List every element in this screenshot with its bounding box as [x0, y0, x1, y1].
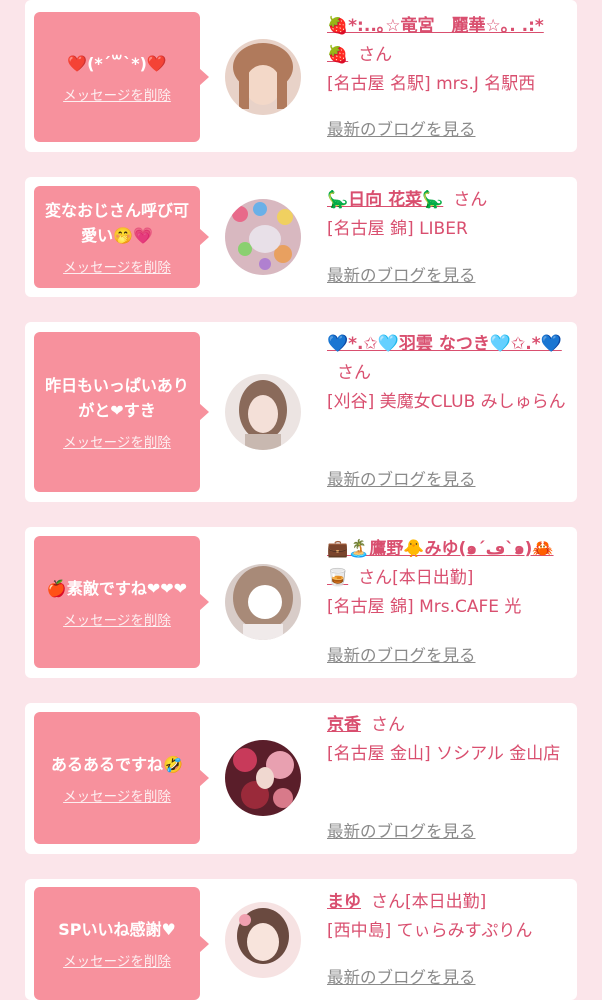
latest-blog-link[interactable]: 最新のブログを見る [327, 466, 476, 490]
message-bubble: 昨日もいっぱいありがと❤すき メッセージを削除 [34, 332, 209, 492]
work-status: [本日出勤] [405, 892, 487, 912]
honorific: さん [337, 363, 371, 383]
message-bubble: 🍎素敵ですね❤❤❤ メッセージを削除 [34, 536, 209, 668]
avatar[interactable] [225, 564, 301, 640]
work-status: [本日出勤] [392, 568, 474, 588]
message-card: 昨日もいっぱいありがと❤すき メッセージを削除 💙*.✩🩵羽雲 なつき🩵✩.*💙… [25, 322, 577, 502]
message-text: 昨日もいっぱいありがと❤すき [45, 376, 189, 420]
avatar[interactable] [225, 740, 301, 816]
message-bubble: 変なおじさん呼び可愛い🤭💗 メッセージを削除 [34, 186, 209, 288]
message-text: 🍎素敵ですね❤❤❤ [46, 578, 188, 598]
avatar-photo [225, 740, 301, 816]
honorific: さん [358, 568, 393, 588]
message-text: ❤️(*´꒳`*)❤️ [67, 53, 167, 73]
latest-blog-link[interactable]: 最新のブログを見る [327, 116, 476, 140]
sender-info: まゆ さん[本日出勤] [西中島] てぃらみすぷりん [327, 888, 569, 946]
sender-name-link[interactable]: 京香 [327, 715, 361, 735]
honorific: さん [453, 190, 488, 210]
avatar-photo [225, 374, 301, 450]
avatar[interactable] [225, 199, 301, 275]
avatar-photo [225, 39, 301, 115]
latest-blog-link[interactable]: 最新のブログを見る [327, 964, 476, 988]
latest-blog-link[interactable]: 最新のブログを見る [327, 818, 476, 842]
message-list: ❤️(*´꒳`*)❤️ メッセージを削除 🍓*:..｡☆竜宮 麗華☆｡. .:*… [0, 0, 602, 1000]
sender-info: 💙*.✩🩵羽雲 なつき🩵✩.*💙 さん [刈谷] 美魔女CLUB みしゅらん [327, 330, 569, 417]
message-text: SPいいね感謝♥ [58, 920, 176, 939]
message-bubble: ❤️(*´꒳`*)❤️ メッセージを削除 [34, 12, 209, 142]
avatar[interactable] [225, 374, 301, 450]
message-bubble: SPいいね感謝♥ メッセージを削除 [34, 887, 209, 1000]
avatar-photo [225, 902, 301, 978]
shop-info: [西中島] てぃらみすぷりん [327, 921, 533, 941]
latest-blog-link[interactable]: 最新のブログを見る [327, 642, 476, 666]
sender-name-link[interactable]: まゆ [327, 892, 361, 912]
delete-message-link[interactable]: メッセージを削除 [63, 84, 171, 104]
avatar[interactable] [225, 39, 301, 115]
message-text: あるあるですね🤣 [51, 754, 183, 774]
message-card: 🍎素敵ですね❤❤❤ メッセージを削除 💼🏝️鷹野🐥みゆ(๑´ڡ`๑)🦀🥃 さん[本… [25, 527, 577, 678]
delete-message-link[interactable]: メッセージを削除 [63, 431, 171, 451]
shop-info: [名古屋 名駅] mrs.J 名駅西 [327, 74, 536, 94]
shop-info: [名古屋 錦] LIBER [327, 219, 468, 239]
avatar[interactable] [225, 902, 301, 978]
shop-info: [刈谷] 美魔女CLUB みしゅらん [327, 392, 566, 412]
sender-info: 💼🏝️鷹野🐥みゆ(๑´ڡ`๑)🦀🥃 さん[本日出勤] [名古屋 錦] Mrs.CA… [327, 535, 569, 622]
shop-info: [名古屋 錦] Mrs.CAFE 光 [327, 597, 522, 617]
delete-message-link[interactable]: メッセージを削除 [63, 609, 171, 629]
sender-info: 🍓*:..｡☆竜宮 麗華☆｡. .:* 🍓 さん [名古屋 名駅] mrs.J 名… [327, 12, 569, 99]
honorific: さん [371, 715, 405, 735]
message-card: ❤️(*´꒳`*)❤️ メッセージを削除 🍓*:..｡☆竜宮 麗華☆｡. .:*… [25, 0, 577, 152]
delete-message-link[interactable]: メッセージを削除 [63, 256, 171, 276]
message-card: SPいいね感謝♥ メッセージを削除 まゆ さん[本日出勤] [西中島] てぃらみす… [25, 879, 577, 1000]
delete-message-link[interactable]: メッセージを削除 [63, 785, 171, 805]
shop-info: [名古屋 金山] ソシアル 金山店 [327, 744, 561, 764]
sender-info: 京香 さん [名古屋 金山] ソシアル 金山店 [327, 711, 569, 769]
avatar-photo [225, 199, 301, 275]
honorific: さん [358, 45, 393, 65]
sender-name-link[interactable]: 🦕日向 花菜🦕 [327, 190, 443, 210]
message-card: あるあるですね🤣 メッセージを削除 京香 さん [名古屋 金山] ソシアル 金山店… [25, 703, 577, 854]
latest-blog-link[interactable]: 最新のブログを見る [327, 262, 476, 286]
avatar-photo [225, 564, 301, 640]
sender-name-link[interactable]: 💙*.✩🩵羽雲 なつき🩵✩.*💙 [327, 334, 562, 354]
sender-info: 🦕日向 花菜🦕 さん [名古屋 錦] LIBER [327, 186, 569, 244]
message-bubble: あるあるですね🤣 メッセージを削除 [34, 712, 209, 844]
message-text: 変なおじさん呼び可愛い🤭💗 [44, 201, 189, 245]
delete-message-link[interactable]: メッセージを削除 [63, 950, 171, 970]
message-card: 変なおじさん呼び可愛い🤭💗 メッセージを削除 🦕日向 花菜🦕 さん [名古屋 錦]… [25, 177, 577, 297]
honorific: さん [371, 892, 405, 912]
